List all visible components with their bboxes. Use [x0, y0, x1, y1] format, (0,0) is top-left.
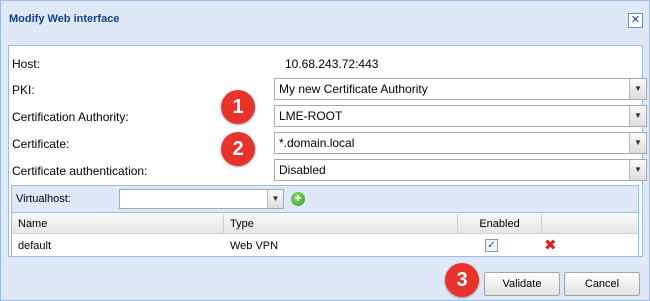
- chevron-down-icon[interactable]: ▼: [629, 133, 646, 153]
- row-name: default: [18, 240, 52, 252]
- virtualhost-label: Virtualhost:: [16, 193, 71, 205]
- certificate-label: Certificate:: [12, 137, 70, 151]
- dialog-title: Modify Web interface: [9, 13, 120, 25]
- ca-select-value: LME-ROOT: [279, 109, 343, 123]
- cert-auth-select-value: Disabled: [279, 163, 326, 177]
- ca-label: Certification Authority:: [12, 110, 129, 124]
- add-icon[interactable]: +: [291, 192, 305, 206]
- chevron-down-icon[interactable]: ▼: [629, 106, 646, 126]
- host-value: 10.68.243.72:443: [285, 57, 379, 71]
- dialog-titlebar: Modify Web interface ✕: [1, 1, 649, 39]
- chevron-down-icon[interactable]: ▼: [629, 79, 646, 99]
- modify-web-interface-dialog: Modify Web interface ✕ Host: 10.68.243.7…: [0, 0, 650, 301]
- chevron-down-icon[interactable]: ▼: [629, 160, 646, 180]
- pki-select-value: My new Certificate Authority: [279, 82, 428, 96]
- chevron-down-icon[interactable]: ▼: [267, 190, 283, 208]
- close-icon[interactable]: ✕: [628, 13, 643, 28]
- cert-auth-label: Certificate authentication:: [12, 164, 148, 178]
- certificate-select-value: *.domain.local: [279, 136, 355, 150]
- enabled-checkbox[interactable]: ✓: [485, 239, 498, 252]
- host-label: Host:: [12, 57, 41, 71]
- ca-select[interactable]: LME-ROOT ▼: [274, 105, 647, 127]
- step-badge-1: 1: [221, 90, 255, 124]
- table-row[interactable]: default Web VPN ✓ ✖: [12, 235, 638, 257]
- column-header-enabled[interactable]: Enabled: [458, 214, 542, 234]
- pki-label: PKI:: [12, 83, 35, 97]
- step-badge-2: 2: [221, 132, 255, 166]
- virtualhost-select[interactable]: ▼: [119, 189, 284, 209]
- step-badge-3: 3: [445, 263, 479, 297]
- cert-auth-select[interactable]: Disabled ▼: [274, 159, 647, 181]
- column-header-type[interactable]: Type: [224, 214, 458, 234]
- grid-toolbar: Virtualhost: ▼ +: [12, 186, 638, 213]
- virtualhost-grid: Virtualhost: ▼ + Name Type Enabled defau…: [11, 185, 639, 257]
- pki-select[interactable]: My new Certificate Authority ▼: [274, 78, 647, 100]
- column-header-actions: [542, 214, 638, 234]
- delete-icon[interactable]: ✖: [544, 237, 557, 255]
- row-type: Web VPN: [230, 240, 279, 252]
- validate-button[interactable]: Validate: [484, 272, 560, 296]
- grid-header: Name Type Enabled: [12, 214, 638, 234]
- certificate-select[interactable]: *.domain.local ▼: [274, 132, 647, 154]
- column-header-name[interactable]: Name: [12, 214, 224, 234]
- cancel-button[interactable]: Cancel: [564, 272, 640, 296]
